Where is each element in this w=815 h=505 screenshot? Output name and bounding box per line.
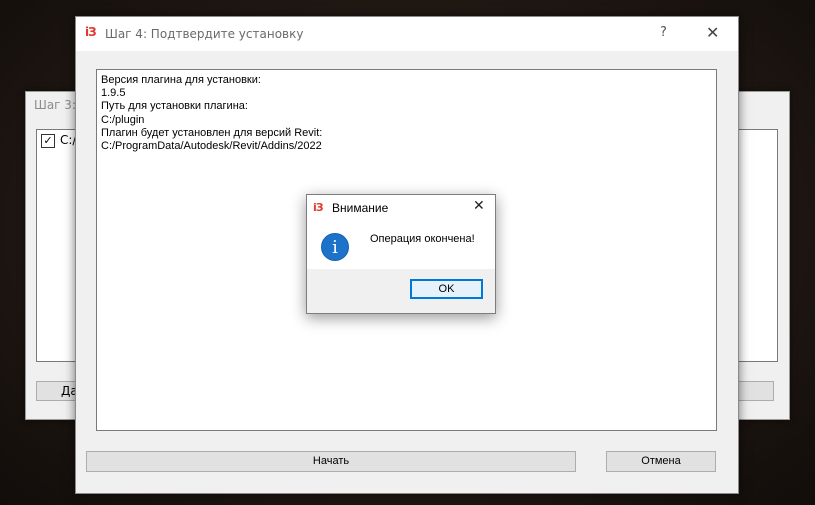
dialog-message: Операция окончена! xyxy=(370,233,475,245)
help-button[interactable]: ? xyxy=(660,25,667,40)
close-icon[interactable]: ✕ xyxy=(473,198,485,214)
summary-line: C:/plugin xyxy=(101,113,145,126)
summary-line: C:/ProgramData/Autodesk/Revit/Addins/202… xyxy=(101,140,322,153)
summary-line: Путь для установки плагина: xyxy=(101,100,248,113)
app-logo-icon: iЗ xyxy=(313,201,324,214)
step4-window-title: Шаг 4: Подтвердите установку xyxy=(105,27,304,41)
info-icon: i xyxy=(321,233,349,261)
cancel-button[interactable]: Отмена xyxy=(606,451,716,472)
path-checkbox-label: C:/ xyxy=(60,133,77,147)
step4-titlebar[interactable]: iЗ Шаг 4: Подтвердите установку ? ✕ xyxy=(76,17,738,51)
start-button[interactable]: Начать xyxy=(86,451,576,472)
summary-line: 1.9.5 xyxy=(101,87,126,100)
dialog-footer: OK xyxy=(307,269,495,313)
close-icon[interactable]: ✕ xyxy=(706,23,719,42)
message-dialog: iЗ Внимание ✕ i Операция окончена! OK xyxy=(306,194,496,314)
ok-button[interactable]: OK xyxy=(410,279,483,299)
dialog-title: Внимание xyxy=(332,201,389,215)
app-logo-icon: iЗ xyxy=(85,25,97,39)
summary-line: Версия плагина для установки: xyxy=(101,74,261,86)
path-checkbox[interactable]: ✓ xyxy=(41,134,55,148)
summary-line: Плагин будет установлен для версий Revit… xyxy=(101,126,323,139)
